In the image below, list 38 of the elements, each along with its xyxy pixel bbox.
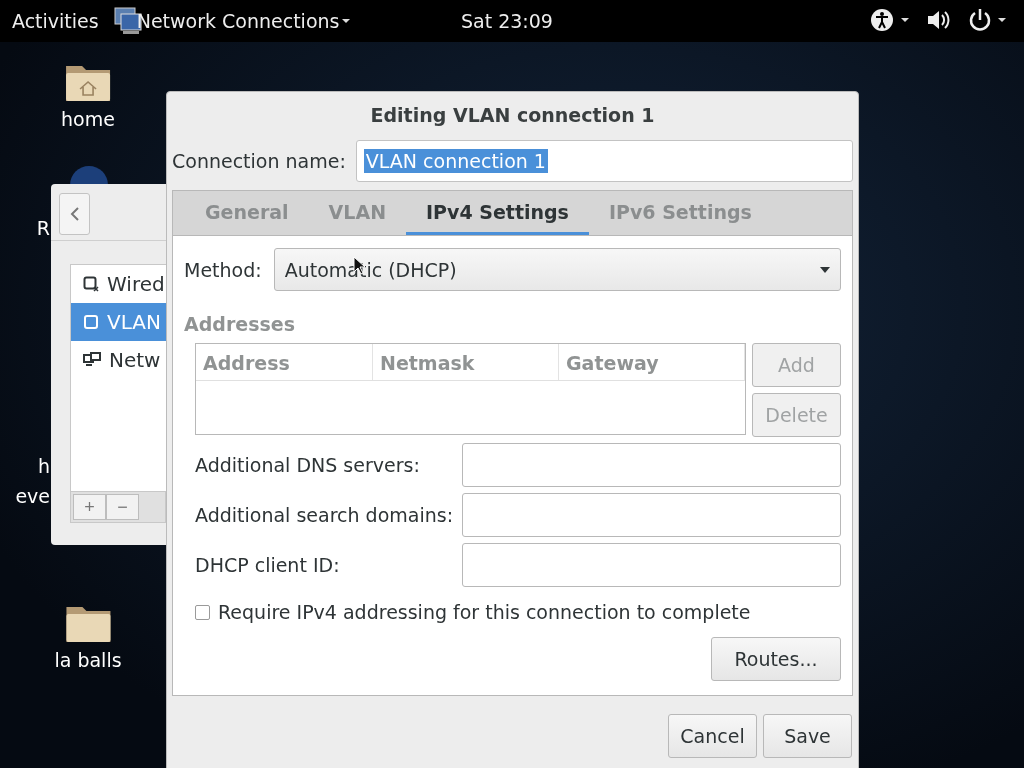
- dialog-button[interactable]: Save: [763, 714, 852, 758]
- text-field[interactable]: [462, 543, 841, 587]
- accessibility-icon[interactable]: [870, 8, 910, 32]
- desktop-icon-label[interactable]: h: [37, 455, 50, 477]
- computers-icon: [83, 352, 101, 368]
- clock[interactable]: Sat 23:09: [461, 10, 553, 32]
- chevron-left-icon: [69, 207, 80, 221]
- dialog-title: Editing VLAN connection 1: [369, 104, 656, 126]
- connection-item[interactable]: Wired: [71, 265, 167, 303]
- checkbox-label: Require IPv4 addressing for this connection to complete: [218, 601, 751, 623]
- toolbar-button[interactable]: +: [73, 494, 106, 520]
- activities-button[interactable]: Activities: [12, 10, 99, 32]
- desktop-icon-label[interactable]: home: [61, 108, 115, 130]
- dialog-button[interactable]: Cancel: [668, 714, 757, 758]
- connection-item[interactable]: Netw: [71, 341, 167, 379]
- text-field[interactable]: [462, 493, 841, 537]
- caret-icon: [341, 18, 352, 24]
- network-device-icon: [83, 276, 99, 292]
- desktop-icon-label[interactable]: R: [36, 217, 50, 239]
- app-icon[interactable]: [68, 163, 110, 185]
- field-label: Additional search domains:: [195, 504, 454, 526]
- routes-button[interactable]: Routes...: [711, 637, 841, 681]
- back-button[interactable]: [59, 193, 90, 235]
- field-label: Connection name:: [172, 150, 346, 172]
- network-device-icon: [83, 314, 99, 330]
- tab[interactable]: IPv4 Settings: [406, 191, 589, 235]
- method-dropdown[interactable]: Automatic (DHCP): [273, 248, 841, 291]
- field-label: Method:: [184, 258, 262, 281]
- volume-icon[interactable]: [926, 9, 952, 31]
- toolbar-button[interactable]: −: [106, 494, 139, 520]
- section-heading: Addresses: [184, 313, 296, 335]
- text-field[interactable]: [462, 443, 841, 487]
- desktop-icon-label[interactable]: eve: [15, 485, 50, 507]
- field-label: DHCP client ID:: [195, 554, 340, 576]
- field-label: Additional DNS servers:: [195, 454, 420, 476]
- desktop-icon-label[interactable]: la balls: [54, 649, 122, 671]
- caret-icon: [820, 266, 830, 273]
- checkbox[interactable]: [195, 604, 210, 620]
